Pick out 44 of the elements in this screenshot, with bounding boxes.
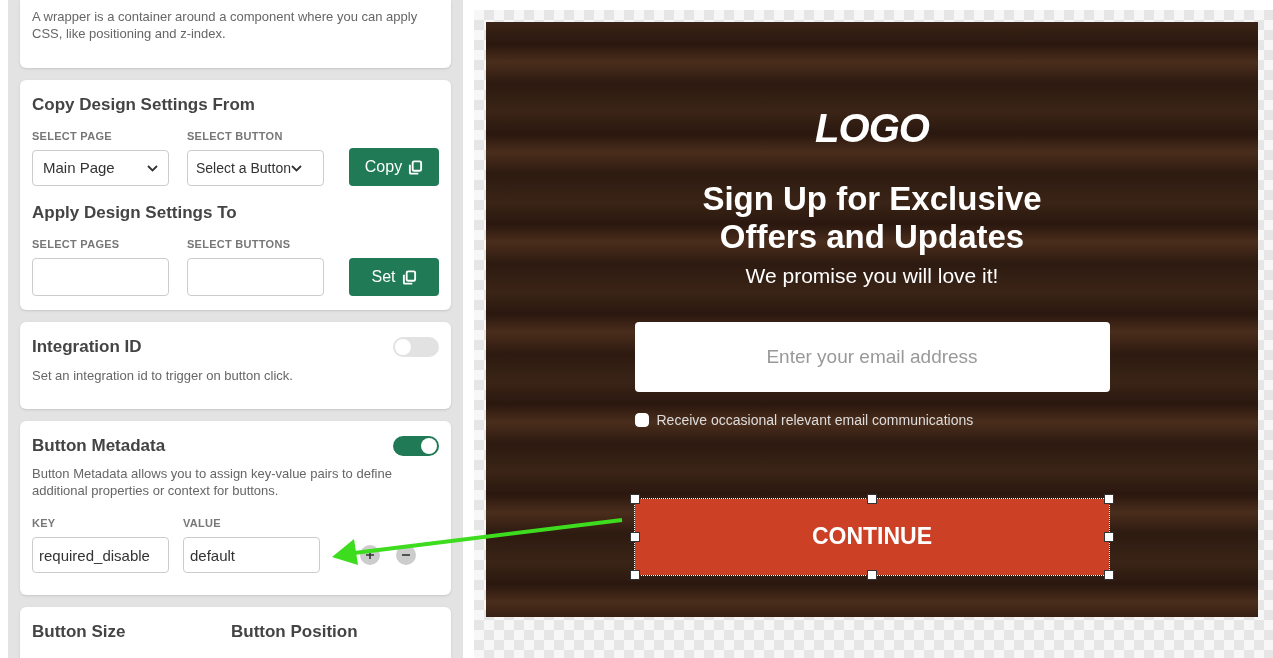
field-label: SELECT BUTTONS [187, 236, 292, 252]
field-label: KEY [32, 515, 57, 531]
buttons-field[interactable] [187, 258, 324, 296]
set-button[interactable]: Set [349, 258, 439, 296]
wrapper-description: A wrapper is a container around a component where you can apply CSS, like positioning and z-index. [32, 8, 419, 42]
consent-checkbox[interactable] [634, 413, 649, 427]
resize-handle[interactable] [630, 569, 640, 580]
copy-icon [401, 269, 417, 285]
signup-heading: Sign Up for Exclusive Offers and Updates [701, 180, 1043, 256]
consent-label: Receive occasional relevant email communications [656, 410, 974, 430]
resize-handle[interactable] [1104, 493, 1114, 504]
section-title: Button Position [231, 621, 358, 643]
resize-handle[interactable] [1104, 569, 1114, 580]
section-title: Button Metadata [32, 435, 166, 457]
chevron-icon [147, 164, 158, 172]
field-label: SELECT PAGE [32, 128, 113, 144]
continue-button[interactable]: CONTINUE [635, 498, 1109, 575]
resize-handle[interactable] [630, 493, 640, 504]
copy-icon [408, 159, 424, 175]
toggle-switch[interactable] [393, 435, 439, 456]
field-label: VALUE [183, 515, 222, 531]
copy-button[interactable]: Copy [349, 148, 439, 186]
toggle-switch[interactable] [393, 336, 439, 357]
page-select[interactable]: Main Page [32, 150, 169, 186]
logo: LOGO [815, 105, 929, 152]
section-title: Button Size [32, 621, 127, 643]
button-select[interactable]: Select a Button [187, 150, 324, 186]
section-description: Set an integration id to trigger on button click. [32, 366, 294, 385]
key-field[interactable]: required_disable [32, 537, 169, 573]
pages-field[interactable] [32, 258, 169, 296]
section-title: Integration ID [32, 336, 142, 358]
field-label: SELECT PAGES [32, 236, 121, 252]
section-title: Copy Design Settings From [32, 94, 256, 116]
signup-subheading: We promise you will love it! [745, 263, 999, 289]
chevron-icon [290, 164, 302, 172]
field-label: SELECT BUTTON [187, 128, 284, 144]
resize-handle[interactable] [1104, 531, 1114, 542]
email-field[interactable]: Enter your email address [634, 321, 1110, 392]
resize-handle[interactable] [630, 531, 640, 542]
value-field[interactable]: default [183, 537, 320, 573]
section-title: Apply Design Settings To [32, 202, 238, 224]
resize-handle[interactable] [867, 493, 877, 504]
section-description: Button Metadata allows you to assign key-value pairs to define additional properties or context for buttons. [32, 464, 393, 499]
resize-handle[interactable] [867, 569, 877, 580]
